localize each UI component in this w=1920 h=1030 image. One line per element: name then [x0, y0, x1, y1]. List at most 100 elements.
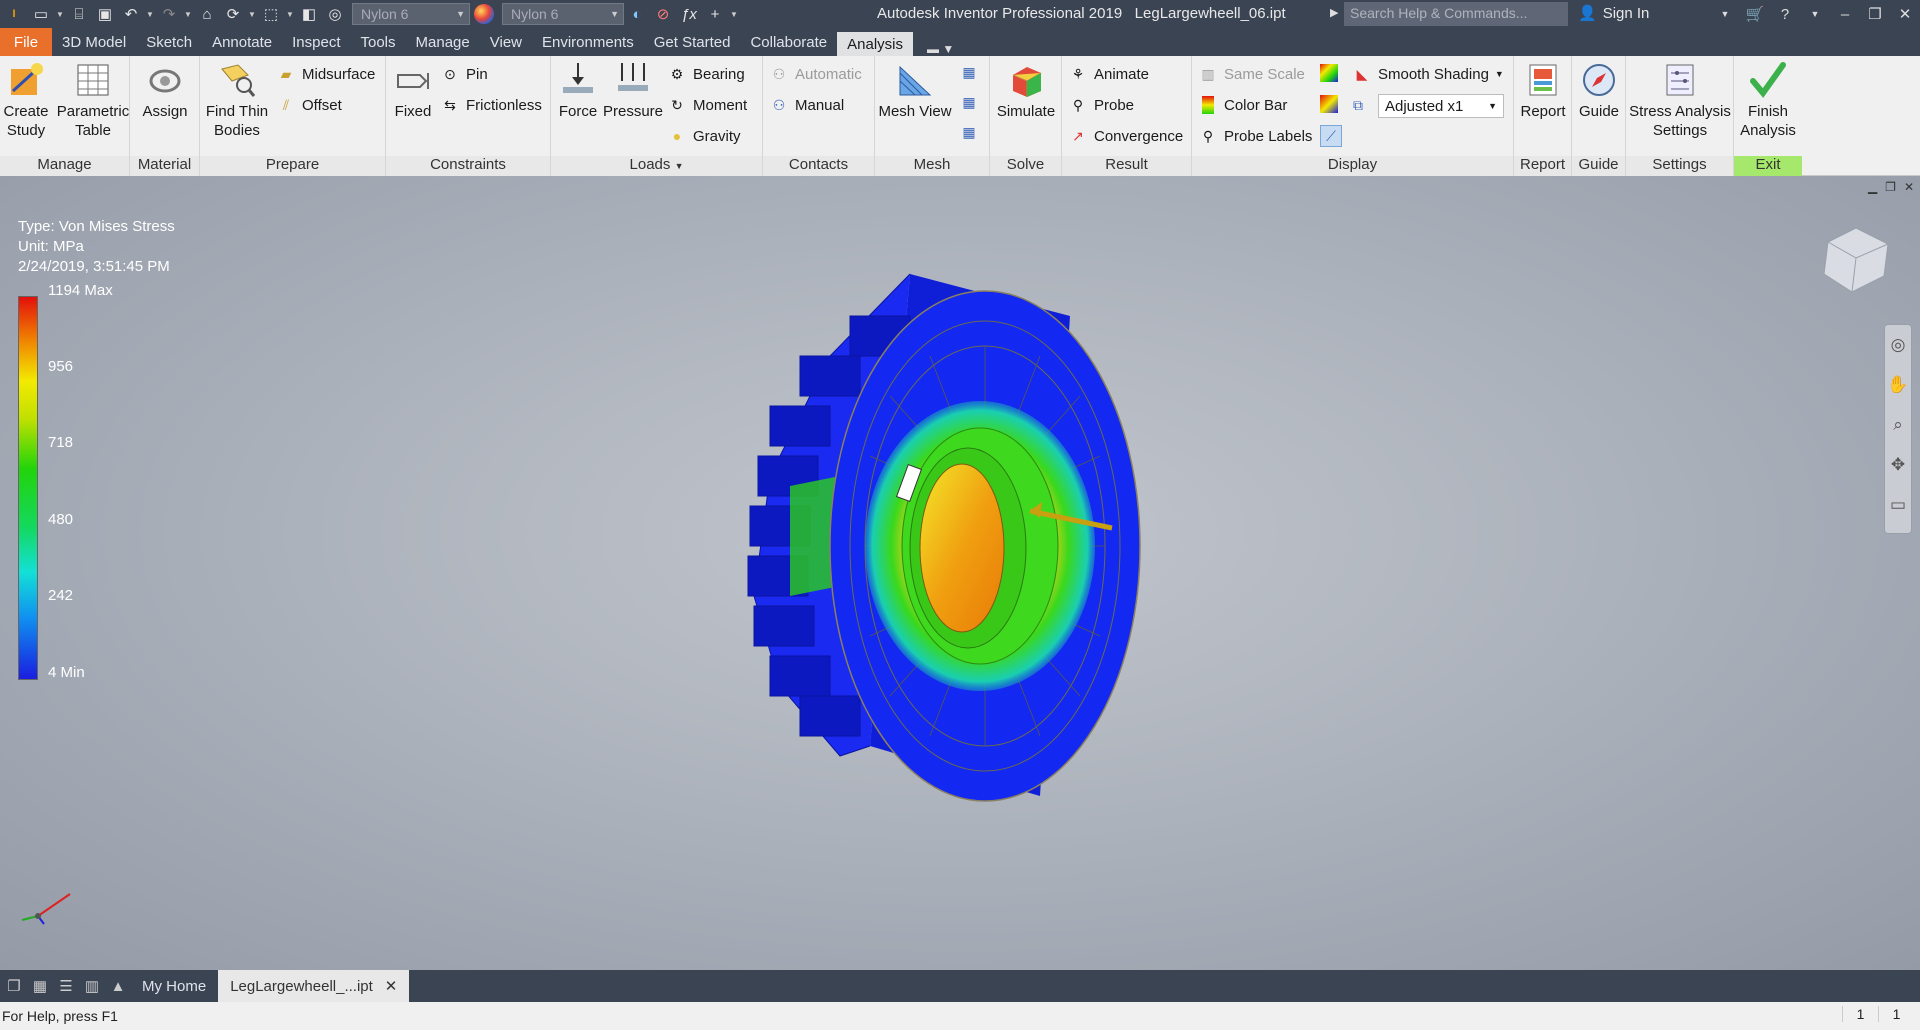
adjust-appearance-icon[interactable]: ◐	[624, 0, 650, 28]
cart-icon[interactable]: 🛒	[1740, 5, 1770, 23]
tab-file[interactable]: File	[0, 28, 52, 56]
measure-icon[interactable]: ◧	[296, 0, 322, 28]
tab-get-started[interactable]: Get Started	[644, 28, 741, 56]
pan-hand-icon[interactable]: ✋	[1885, 365, 1911, 405]
update-icon[interactable]: ⟳	[220, 0, 246, 28]
save-icon[interactable]: ▣	[92, 0, 118, 28]
panel-title-loads[interactable]: Loads ▼	[551, 156, 762, 176]
mesh-display-toggle[interactable]: ⟋	[1320, 125, 1342, 147]
restore-icon[interactable]: ❐	[1885, 180, 1896, 194]
zoom-icon[interactable]: ⌕	[1885, 405, 1911, 445]
tile-windows-icon[interactable]: ▦	[28, 974, 52, 998]
contour-colors-button[interactable]	[1320, 64, 1338, 82]
help-icon[interactable]: ?	[1770, 6, 1800, 23]
appearance-sphere-icon[interactable]	[474, 4, 494, 24]
tab-sketch[interactable]: Sketch	[136, 28, 202, 56]
animate-button[interactable]: ⚘ Animate	[1068, 64, 1149, 84]
tab-tools[interactable]: Tools	[351, 28, 406, 56]
guide-button[interactable]: Guide	[1576, 60, 1622, 121]
video-options-icon[interactable]: ▬ ▼	[919, 42, 962, 56]
close-icon[interactable]: ✕	[1890, 5, 1920, 23]
chevron-down-icon[interactable]: ▼	[182, 10, 194, 19]
convergence-plot-button[interactable]: ↗ Convergence	[1068, 126, 1183, 146]
mesh-settings-button[interactable]: ▦	[959, 62, 979, 82]
search-input[interactable]: Search Help & Commands...	[1344, 2, 1568, 26]
close-icon[interactable]: ✕	[1904, 180, 1914, 194]
tab-annotate[interactable]: Annotate	[202, 28, 282, 56]
tab-environments[interactable]: Environments	[532, 28, 644, 56]
minimize-icon[interactable]: –	[1830, 6, 1860, 23]
tab-collaborate[interactable]: Collaborate	[740, 28, 837, 56]
add-icon[interactable]: +	[702, 0, 728, 28]
boundary-conditions-button[interactable]	[1320, 95, 1338, 113]
report-button[interactable]: Report	[1518, 60, 1568, 121]
sign-in-button[interactable]: 👤 Sign In	[1578, 4, 1649, 23]
midsurface-button[interactable]: ▰ Midsurface	[276, 64, 376, 84]
moment-load-button[interactable]: ↻ Moment	[667, 95, 747, 115]
local-mesh-control-button[interactable]: ▦	[959, 92, 979, 112]
restore-icon[interactable]: ❐	[1860, 5, 1890, 23]
displacement-display-button[interactable]: ⧉	[1348, 95, 1368, 115]
chevron-down-icon[interactable]: ▼	[144, 10, 156, 19]
simulate-button[interactable]: Simulate	[994, 60, 1058, 121]
finish-analysis-button[interactable]: Finish Analysis	[1738, 60, 1798, 140]
minimize-icon[interactable]: ▁	[1868, 180, 1877, 194]
expand-arrow-icon[interactable]: ▶	[1330, 6, 1338, 19]
color-bar-button[interactable]: Color Bar	[1198, 95, 1287, 115]
frictionless-constraint-button[interactable]: ⇆ Frictionless	[440, 95, 542, 115]
manual-contacts-button[interactable]: ⚇ Manual	[769, 95, 844, 115]
convergence-settings-button[interactable]: ▦	[959, 122, 979, 142]
automatic-contacts-button[interactable]: ⚇ Automatic	[769, 64, 862, 84]
chevron-down-icon[interactable]: ▼	[284, 10, 296, 19]
look-at-icon[interactable]: ▭	[1885, 485, 1911, 525]
appearance-select[interactable]: Nylon 6 ▼	[502, 3, 624, 25]
chevron-down-icon[interactable]: ▼	[1710, 9, 1740, 19]
open-folder-icon[interactable]: ⌸	[66, 0, 92, 28]
tab-document[interactable]: LegLargewheell_...ipt ✕	[218, 970, 410, 1002]
find-thin-bodies-button[interactable]: Find Thin Bodies	[204, 60, 270, 140]
bearing-load-button[interactable]: ⚙ Bearing	[667, 64, 745, 84]
close-tab-icon[interactable]: ✕	[385, 977, 398, 995]
offset-button[interactable]: ⫽ Offset	[276, 95, 342, 115]
wheel-stress-model[interactable]	[740, 256, 1180, 826]
stress-analysis-settings-button[interactable]: Stress Analysis Settings	[1628, 60, 1732, 140]
pin-constraint-button[interactable]: ⊙ Pin	[440, 64, 488, 84]
material-select[interactable]: Nylon 6 ▼	[352, 3, 470, 25]
stress-color-bar[interactable]	[18, 296, 38, 680]
chevron-down-icon[interactable]: ▼	[1800, 9, 1830, 19]
clear-appearance-icon[interactable]: ⊘	[650, 0, 676, 28]
tab-inspect[interactable]: Inspect	[282, 28, 350, 56]
inventor-logo-icon[interactable]: I	[0, 0, 28, 28]
mesh-view-button[interactable]: Mesh View	[877, 60, 953, 121]
viewcube[interactable]	[1820, 224, 1892, 296]
tile-horizontal-icon[interactable]: ☰	[54, 974, 78, 998]
select-icon[interactable]: ⬚	[258, 0, 284, 28]
probe-button[interactable]: ⚲ Probe	[1068, 95, 1134, 115]
steering-wheel-icon[interactable]: ◎	[1885, 325, 1911, 365]
orbit-icon[interactable]: ✥	[1885, 445, 1911, 485]
create-study-button[interactable]: Create Study	[2, 60, 50, 140]
fixed-constraint-button[interactable]: Fixed	[390, 60, 436, 121]
tab-manage[interactable]: Manage	[406, 28, 480, 56]
parameters-fx-icon[interactable]: ƒx	[676, 0, 702, 28]
tab-my-home[interactable]: My Home	[130, 970, 218, 1002]
home-icon[interactable]: ⌂	[194, 0, 220, 28]
parametric-table-button[interactable]: Parametric Table	[57, 60, 129, 140]
shading-button[interactable]: ◣ Smooth Shading ▼	[1352, 64, 1504, 84]
tab-analysis[interactable]: Analysis	[837, 32, 914, 56]
new-file-icon[interactable]: ▭	[28, 0, 54, 28]
appearance-globe-icon[interactable]: ◎	[322, 0, 348, 28]
arrange-up-icon[interactable]: ▲	[106, 974, 130, 998]
cascade-windows-icon[interactable]: ❐	[2, 974, 26, 998]
pressure-load-button[interactable]: Pressure	[603, 60, 663, 121]
chevron-down-icon[interactable]: ▼	[54, 10, 66, 19]
tab-3d-model[interactable]: 3D Model	[52, 28, 136, 56]
tab-view[interactable]: View	[480, 28, 532, 56]
force-load-button[interactable]: Force	[553, 60, 603, 121]
gravity-load-button[interactable]: ● Gravity	[667, 126, 741, 146]
customize-qat-icon[interactable]: ▼	[728, 10, 740, 19]
redo-icon[interactable]: ↷	[156, 0, 182, 28]
same-scale-button[interactable]: ▥ Same Scale	[1198, 64, 1305, 84]
displacement-scale-select[interactable]: Adjusted x1 ▼	[1378, 94, 1504, 118]
graphics-viewport[interactable]: ▁ ❐ ✕ Type: Von Mises Stress Unit: MPa 2…	[0, 176, 1920, 970]
